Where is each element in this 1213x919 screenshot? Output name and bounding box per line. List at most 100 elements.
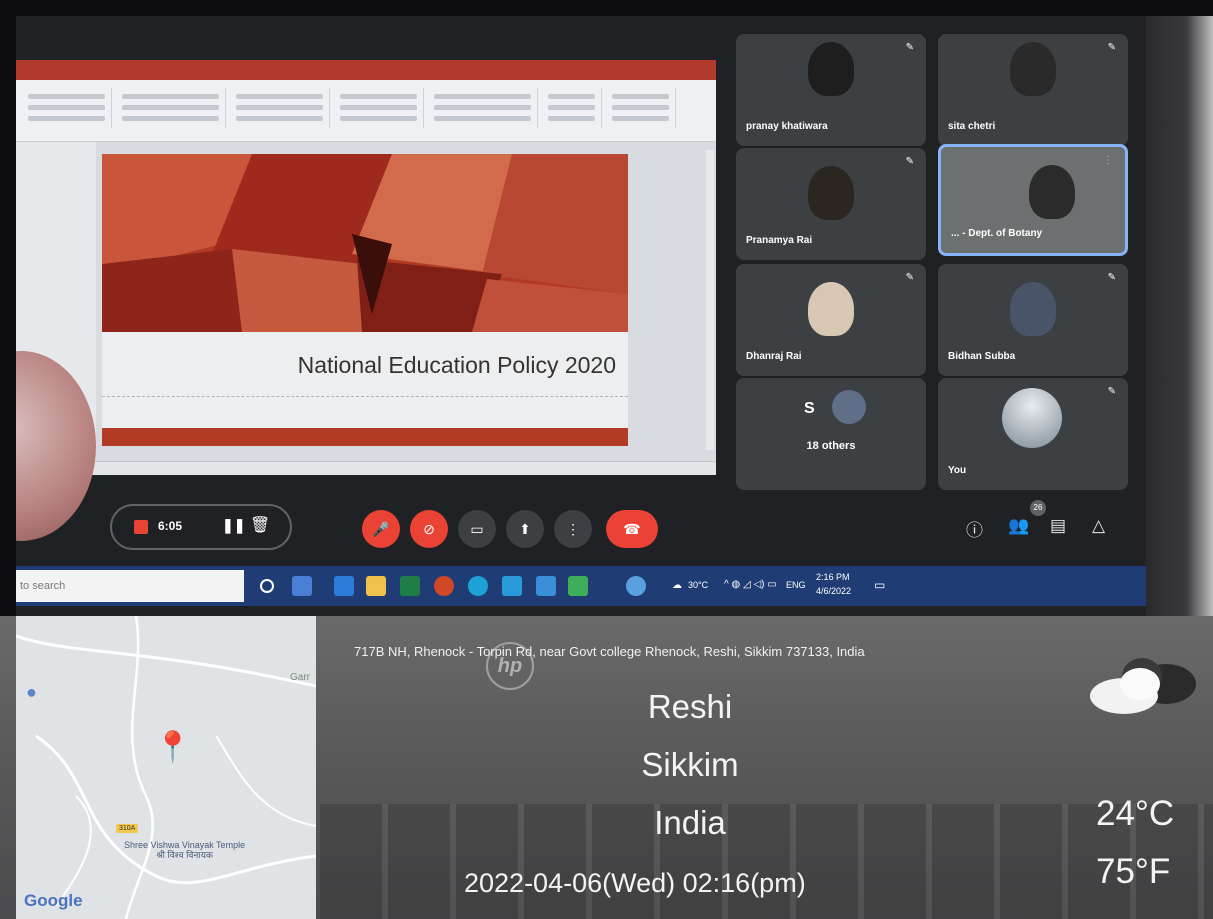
temperature-fahrenheit: 75°F xyxy=(1096,852,1171,891)
notifications-icon[interactable]: ▭ xyxy=(874,578,885,592)
edge-taskbar-icon[interactable] xyxy=(468,576,488,596)
participant-tile-speaking[interactable]: ⋮ ... - Dept. of Botany xyxy=(938,144,1128,256)
powerpoint-taskbar-icon[interactable] xyxy=(434,576,454,596)
recording-timer: 6:05 xyxy=(158,519,183,533)
weather-temp[interactable]: 30°C xyxy=(688,580,708,590)
more-options-button[interactable]: ⋮ xyxy=(554,510,592,548)
ppt-ribbon xyxy=(16,80,716,142)
mic-muted-icon: ✎ xyxy=(905,272,914,283)
capture-datetime: 2022-04-06(Wed) 02:16(pm) xyxy=(464,868,806,898)
slide-placeholder-border xyxy=(102,396,628,397)
slide-background-art xyxy=(102,154,628,332)
participant-name: Dhanraj Rai xyxy=(746,351,802,362)
ribbon-group-slides[interactable] xyxy=(230,88,330,128)
others-avatar xyxy=(832,390,866,424)
excel-taskbar-icon[interactable] xyxy=(400,576,420,596)
self-label: You xyxy=(948,465,967,476)
slide-title-band: National Education Policy 2020 xyxy=(102,332,628,428)
discard-recording-button[interactable]: 🗑 xyxy=(250,515,270,535)
mail-taskbar-icon[interactable] xyxy=(536,576,556,596)
google-logo: Google xyxy=(24,891,83,910)
meeting-info-icon[interactable]: ⓘ xyxy=(966,516,983,541)
participant-tile[interactable]: ✎ Dhanraj Rai xyxy=(736,264,926,376)
address-text: 717B NH, Rhenock - Torpin Rd, near Govt … xyxy=(354,644,865,659)
others-count-label: 18 others xyxy=(806,440,856,452)
participant-avatar xyxy=(1010,42,1056,96)
location-pin-icon: 📍 xyxy=(154,731,192,764)
mic-muted-icon: ✎ xyxy=(1107,42,1116,53)
participant-tile[interactable]: ✎ pranay khatiwara xyxy=(736,34,926,146)
temple-name-local: श्री विश्व विनायक xyxy=(156,850,213,860)
store-taskbar-icon[interactable] xyxy=(502,576,522,596)
mic-muted-icon: ✎ xyxy=(1107,272,1116,283)
mic-muted-icon: ✎ xyxy=(1107,386,1116,397)
recording-controls: 6:05 ❚❚ 🗑 xyxy=(110,504,292,550)
present-screen-button[interactable]: ⬆ xyxy=(506,510,544,548)
poi-marker-icon: ● xyxy=(26,682,37,702)
self-tile[interactable]: ✎ You xyxy=(938,378,1128,490)
activities-icon[interactable]: △ xyxy=(1092,516,1105,536)
ppt-status-bar xyxy=(16,461,716,475)
ribbon-group-editing[interactable] xyxy=(542,88,602,128)
participant-avatar xyxy=(808,282,854,336)
ribbon-group-paragraph[interactable] xyxy=(116,88,226,128)
ppt-editing-canvas: National Education Policy 2020 xyxy=(16,142,716,475)
participant-tile[interactable]: ✎ Bidhan Subba xyxy=(938,264,1128,376)
country-text: India xyxy=(654,804,726,841)
slide-title[interactable]: National Education Policy 2020 xyxy=(298,352,616,379)
participant-name: Bidhan Subba xyxy=(948,351,1016,362)
participant-tile[interactable]: ✎ Pranamya Rai xyxy=(736,148,926,260)
ribbon-group-drawing[interactable] xyxy=(428,88,538,128)
chrome-taskbar-icon[interactable] xyxy=(292,576,312,596)
temperature-celsius: 24°C xyxy=(1096,794,1175,833)
powerpoint-window: National Education Policy 2020 xyxy=(16,64,716,475)
camera-toggle-button[interactable]: ⊘ xyxy=(410,510,448,548)
participant-name: ... - Dept. of Botany xyxy=(951,228,1043,239)
taskbar-date[interactable]: 4/6/2022 xyxy=(816,586,851,596)
locality-text: Reshi xyxy=(647,688,733,725)
leave-call-button[interactable]: ☎ xyxy=(606,510,658,548)
taskbar-search-input[interactable]: to search xyxy=(16,570,244,602)
ribbon-group-quickstyles[interactable] xyxy=(334,88,424,128)
participant-avatar xyxy=(808,166,854,220)
participant-tile[interactable]: ✎ sita chetri xyxy=(938,34,1128,146)
ppt-title-bar xyxy=(16,60,716,80)
state-text: Sikkim xyxy=(641,746,739,783)
others-tile[interactable]: S 18 others xyxy=(736,378,926,490)
mic-toggle-button[interactable]: 🎤 xyxy=(362,510,400,548)
file-explorer-taskbar-icon[interactable] xyxy=(366,576,386,596)
people-icon[interactable]: 👥 xyxy=(1008,516,1029,536)
ribbon-group-font[interactable] xyxy=(22,88,112,128)
maps-taskbar-icon[interactable] xyxy=(568,576,588,596)
cloudy-weather-icon xyxy=(1090,658,1196,714)
app-taskbar-icon[interactable] xyxy=(626,576,646,596)
participant-name: sita chetri xyxy=(948,121,996,132)
temple-name: Shree Vishwa Vinayak Temple xyxy=(124,840,246,850)
pause-recording-button[interactable]: ❚❚ xyxy=(222,517,245,534)
speaking-indicator-icon: ⋮ xyxy=(1103,155,1113,166)
participant-name: pranay khatiwara xyxy=(746,121,828,132)
others-initial: S xyxy=(804,400,815,417)
captions-button[interactable]: ▭ xyxy=(458,510,496,548)
mic-muted-icon: ✎ xyxy=(905,156,914,167)
laptop-bezel-right xyxy=(1146,16,1213,616)
participant-avatar xyxy=(808,42,854,96)
map-roads xyxy=(16,616,316,919)
participant-avatar xyxy=(1010,282,1056,336)
slide[interactable]: National Education Policy 2020 xyxy=(102,154,628,446)
stop-recording-icon[interactable] xyxy=(134,520,148,534)
ppt-vertical-scrollbar[interactable] xyxy=(706,150,714,450)
laptop-screen: National Education Policy 2020 ✎ pranay … xyxy=(16,16,1146,616)
word-taskbar-icon[interactable] xyxy=(334,576,354,596)
chat-icon[interactable]: ▤ xyxy=(1050,516,1066,536)
taskbar-time[interactable]: 2:16 PM xyxy=(816,572,850,582)
map-place-label-partial: Garr xyxy=(290,672,310,683)
road-number-badge: 310A xyxy=(116,824,139,833)
ribbon-group-acrobat[interactable] xyxy=(606,88,676,128)
map-place-label: Shree Vishwa Vinayak Temple श्री विश्व व… xyxy=(124,840,245,860)
task-view-icon[interactable] xyxy=(260,579,274,593)
language-indicator[interactable]: ENG xyxy=(786,580,806,590)
system-tray-icons[interactable]: ^ ◍ ◿ ◁) ▭ xyxy=(724,579,777,590)
map-thumbnail: ● Garr 📍 310A Shree Vishwa Vinayak Templ… xyxy=(16,616,316,919)
windows-taskbar: to search ☁ 30°C ^ ◍ ◿ ◁) ▭ ENG 2:16 PM … xyxy=(16,566,1146,606)
